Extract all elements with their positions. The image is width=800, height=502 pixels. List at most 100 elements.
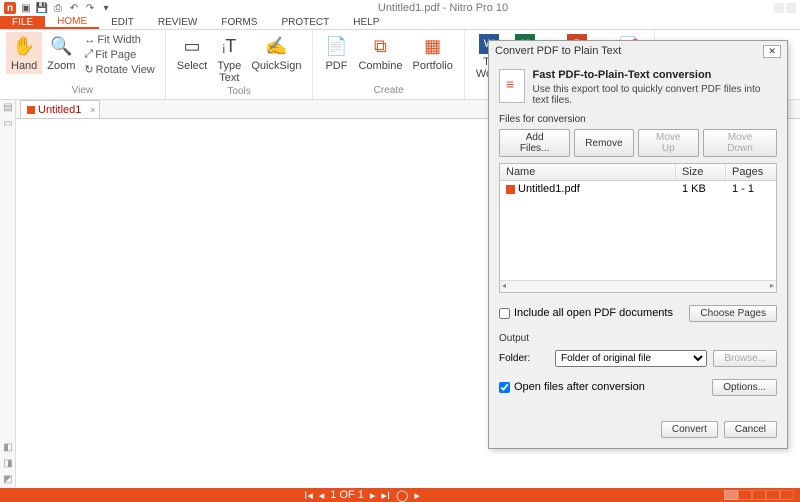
tab-forms[interactable]: FORMS: [209, 16, 269, 29]
hand-icon: ✋: [12, 34, 36, 58]
dialog-titlebar[interactable]: Convert PDF to Plain Text ✕: [489, 41, 787, 61]
file-list-header: Name Size Pages: [500, 164, 776, 181]
open-after-checkbox[interactable]: Open files after conversion: [499, 381, 645, 393]
qat-dropdown-icon[interactable]: ▾: [100, 2, 112, 14]
first-page-icon[interactable]: I◂: [304, 489, 313, 502]
last-page-icon[interactable]: ▸I: [381, 489, 390, 502]
combine-btn[interactable]: ⧉Combine: [353, 32, 407, 74]
tab-protect[interactable]: PROTECT: [269, 16, 341, 29]
next-page-icon[interactable]: ▸: [370, 489, 376, 502]
file-list: Name Size Pages Untitled1.pdf 1 KB 1 - 1: [499, 163, 777, 293]
group-view: ✋ Hand 🔍 Zoom ↔ Fit Width ⤢ Fit Page ↻ Rot…: [0, 30, 166, 99]
add-files-button[interactable]: Add Files...: [499, 129, 570, 157]
open-after-input[interactable]: [499, 382, 510, 393]
options-button[interactable]: Options...: [712, 379, 777, 396]
attachments-panel-icon[interactable]: ◨: [2, 458, 14, 470]
view-full[interactable]: [780, 490, 794, 500]
file-row[interactable]: Untitled1.pdf 1 KB 1 - 1: [500, 181, 776, 197]
view-cont-facing[interactable]: [766, 490, 780, 500]
portfolio-btn[interactable]: ▦Portfolio: [408, 32, 458, 74]
portfolio-icon: ▦: [421, 34, 445, 58]
view-modes: [724, 490, 800, 500]
print-icon[interactable]: ⎙: [52, 2, 64, 14]
title-bar: n ▣ 💾 ⎙ ↶ ↷ ▾ Untitled1.pdf - Nitro Pro …: [0, 0, 800, 16]
undo-icon[interactable]: ↶: [68, 2, 80, 14]
hand-tool[interactable]: ✋ Hand: [6, 32, 42, 74]
page-nav: I◂ ◂ 1 OF 1 ▸ ▸I ◯ ▸: [0, 489, 724, 502]
quick-access-toolbar: n ▣ 💾 ⎙ ↶ ↷ ▾: [4, 2, 112, 14]
window-controls: [774, 3, 796, 13]
choose-pages-button[interactable]: Choose Pages: [689, 305, 777, 322]
dialog-subtext: Use this export tool to quickly convert …: [533, 84, 777, 106]
pdf-btn[interactable]: 📄PDF: [319, 32, 353, 74]
view-single[interactable]: [724, 490, 738, 500]
tab-help[interactable]: HELP: [341, 16, 391, 29]
file-list-scrollbar[interactable]: [500, 280, 776, 292]
pdf-icon: 📄: [324, 34, 348, 58]
convert-dialog: Convert PDF to Plain Text ✕ Fast PDF-to-…: [488, 40, 788, 449]
tab-edit[interactable]: EDIT: [99, 16, 146, 29]
dialog-heading: Fast PDF-to-Plain-Text conversion: [533, 69, 777, 81]
type-text-tool[interactable]: ᵢTType Text: [212, 32, 246, 86]
quicksign-icon: ✍: [264, 34, 288, 58]
title-document: Untitled1.pdf: [378, 2, 440, 14]
bookmarks-panel-icon[interactable]: ▭: [2, 118, 14, 130]
view-facing[interactable]: [752, 490, 766, 500]
nav-back-icon[interactable]: ◯: [396, 489, 408, 502]
remove-button[interactable]: Remove: [574, 129, 633, 157]
comments-panel-icon[interactable]: ◧: [2, 442, 14, 454]
rotate-view[interactable]: ↻ Rotate View: [84, 63, 154, 76]
view-cont[interactable]: [738, 490, 752, 500]
nav-fwd-icon[interactable]: ▸: [414, 489, 420, 502]
tab-file[interactable]: FILE: [0, 16, 45, 29]
quicksign-label: QuickSign: [251, 60, 301, 72]
open-icon[interactable]: ▣: [20, 2, 32, 14]
dialog-doc-icon: [499, 69, 525, 103]
zoom-icon: 🔍: [49, 34, 73, 58]
type-text-label: Type Text: [217, 60, 241, 84]
status-bar: I◂ ◂ 1 OF 1 ▸ ▸I ◯ ▸: [0, 488, 800, 502]
page-info: 1 OF 1: [330, 489, 364, 501]
ribbon-tabs: FILE HOME EDIT REVIEW FORMS PROTECT HELP: [0, 16, 800, 30]
document-tab[interactable]: Untitled1 ×: [20, 100, 100, 118]
hand-label: Hand: [11, 60, 37, 72]
col-name[interactable]: Name: [500, 164, 676, 180]
zoom-tool[interactable]: 🔍 Zoom: [42, 32, 80, 74]
view-options: ↔ Fit Width ⤢ Fit Page ↻ Rotate View: [80, 32, 158, 78]
close-tab-icon[interactable]: ×: [90, 105, 95, 115]
move-up-button[interactable]: Move Up: [638, 129, 699, 157]
move-down-button[interactable]: Move Down: [703, 129, 777, 157]
fit-page[interactable]: ⤢ Fit Page: [84, 48, 154, 61]
redo-icon[interactable]: ↷: [84, 2, 96, 14]
window-min[interactable]: [774, 3, 784, 13]
side-panel: ▤ ▭ ◧ ◨ ◩: [0, 100, 16, 488]
dialog-close-icon[interactable]: ✕: [763, 45, 781, 58]
group-create-label: Create: [374, 85, 404, 97]
browse-button[interactable]: Browse...: [713, 350, 777, 367]
tab-home[interactable]: HOME: [45, 15, 99, 29]
convert-button[interactable]: Convert: [661, 421, 718, 438]
window-max[interactable]: [786, 3, 796, 13]
dialog-header: Fast PDF-to-Plain-Text conversion Use th…: [499, 69, 777, 106]
include-all-input[interactable]: [499, 308, 510, 319]
folder-label: Folder:: [499, 353, 549, 364]
group-tools: ▭Select ᵢTType Text ✍QuickSign Tools: [166, 30, 314, 99]
quicksign-tool[interactable]: ✍ QuickSign: [246, 32, 306, 74]
save-icon[interactable]: 💾: [36, 2, 48, 14]
select-icon: ▭: [180, 34, 204, 58]
signatures-panel-icon[interactable]: ◩: [2, 474, 14, 486]
prev-page-icon[interactable]: ◂: [319, 489, 325, 502]
file-size: 1 KB: [676, 183, 726, 195]
col-pages[interactable]: Pages: [726, 164, 776, 180]
select-tool[interactable]: ▭Select: [172, 32, 213, 74]
folder-select[interactable]: Folder of original file: [555, 350, 707, 367]
output-section-label: Output: [499, 333, 777, 344]
tab-review[interactable]: REVIEW: [146, 16, 209, 29]
include-all-label: Include all open PDF documents: [514, 307, 673, 319]
pages-panel-icon[interactable]: ▤: [2, 102, 14, 114]
fit-width[interactable]: ↔ Fit Width: [84, 34, 154, 46]
zoom-label: Zoom: [47, 60, 75, 72]
col-size[interactable]: Size: [676, 164, 726, 180]
cancel-button[interactable]: Cancel: [724, 421, 777, 438]
include-all-checkbox[interactable]: Include all open PDF documents: [499, 307, 673, 319]
